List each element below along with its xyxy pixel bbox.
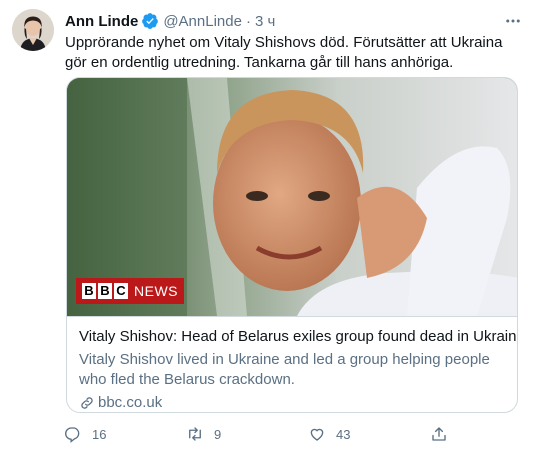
card-title: Vitaly Shishov: Head of Belarus exiles g… [79, 328, 518, 345]
bbc-news-logo: B B C NEWS [76, 278, 184, 304]
verified-badge-icon [141, 12, 159, 30]
tweet-header: Ann Linde @AnnLinde · 3 ч [65, 12, 275, 30]
more-icon [506, 19, 520, 23]
heart-icon [310, 428, 324, 441]
reply-button[interactable]: 16 [64, 422, 106, 446]
more-options-button[interactable] [502, 10, 524, 32]
card-description: Vitaly Shishov lived in Ukraine and led … [79, 351, 490, 388]
bbc-logo-news: NEWS [134, 283, 178, 299]
separator-dot: · [245, 12, 251, 30]
link-card[interactable]: B B C NEWS Vitaly Shishov: Head of Belar… [66, 77, 518, 413]
retweet-count: 9 [214, 426, 222, 442]
card-domain: bbc.co.uk [79, 393, 507, 412]
avatar-photo [12, 9, 54, 51]
card-image: B B C NEWS [67, 78, 517, 316]
author-name[interactable]: Ann Linde [65, 13, 138, 30]
card-domain-text: bbc.co.uk [98, 394, 163, 411]
like-count: 43 [336, 426, 351, 442]
link-icon [81, 397, 93, 409]
card-body: Vitaly Shishov: Head of Belarus exiles g… [67, 316, 518, 412]
share-button[interactable] [430, 422, 448, 446]
retweet-icon [189, 427, 201, 441]
author-handle[interactable]: @AnnLinde [163, 13, 242, 30]
tweet-timestamp[interactable]: 3 ч [255, 13, 275, 30]
tweet-actions: 16 9 43 [60, 422, 460, 446]
retweet-button[interactable]: 9 [186, 422, 221, 446]
author-avatar[interactable] [12, 9, 54, 51]
reply-icon [65, 427, 80, 443]
bbc-logo-letter: B [82, 283, 96, 299]
tweet[interactable]: Ann Linde @AnnLinde · 3 ч Upprörande nyh… [0, 0, 534, 454]
bbc-logo-letter: C [114, 283, 128, 299]
bbc-logo-letter: B [98, 283, 112, 299]
like-button[interactable]: 43 [308, 422, 350, 446]
tweet-text: Upprörande nyhet om Vitaly Shishovs död.… [65, 34, 503, 71]
reply-count: 16 [92, 426, 107, 442]
share-icon [432, 427, 446, 441]
